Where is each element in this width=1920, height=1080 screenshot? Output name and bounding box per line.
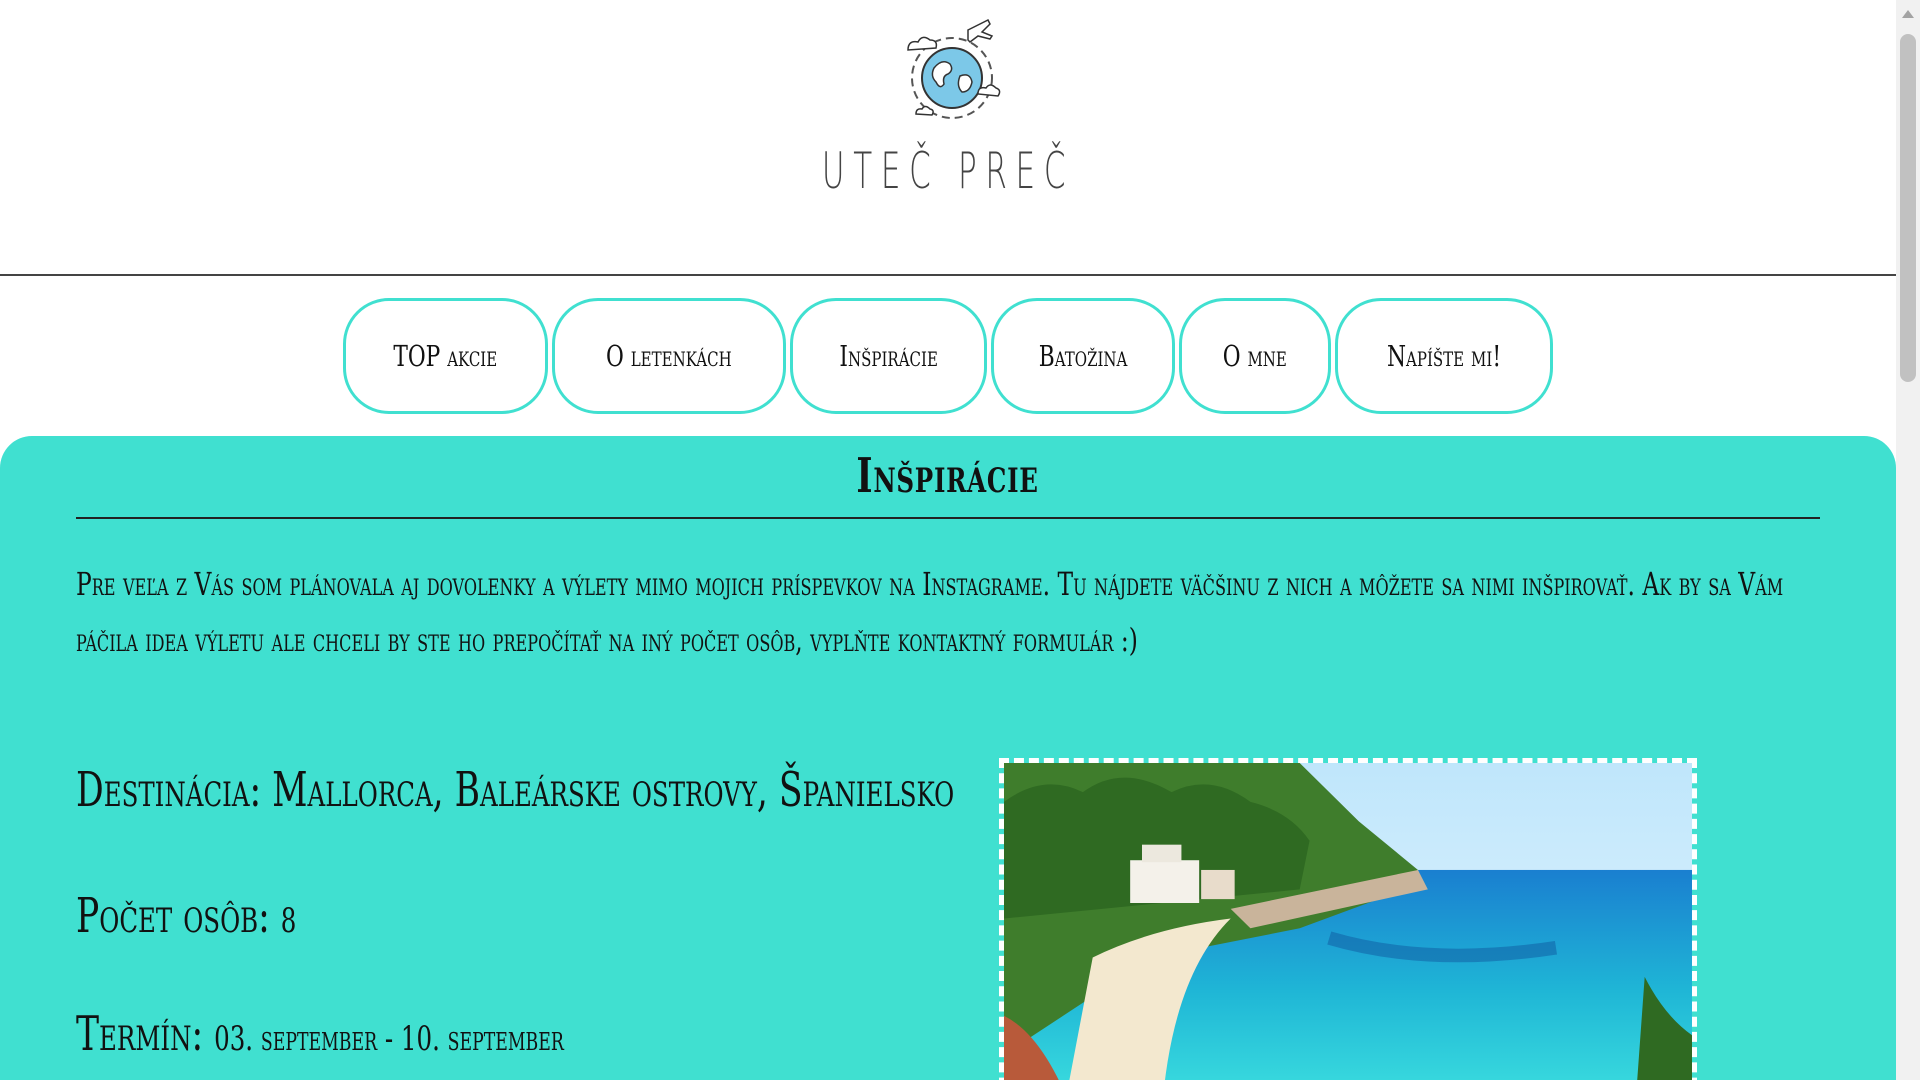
mallorca-beach-photo xyxy=(999,758,1697,1080)
trip-destination: Destinácia: Mallorca, Baleárske ostrovy,… xyxy=(76,762,954,818)
title-divider xyxy=(76,517,1820,519)
nav-item-batozina[interactable]: Batožina xyxy=(990,298,1175,414)
globe-plane-icon[interactable] xyxy=(898,16,1006,132)
nav-item-label: Inšpirácie xyxy=(838,339,938,373)
date-value: 03. september - 10. september xyxy=(214,1019,564,1059)
scrollbar[interactable] xyxy=(1896,0,1920,1080)
page-title-text: Inšpirácie xyxy=(856,448,1040,504)
nav-item-o-letenkach[interactable]: O letenkách xyxy=(551,298,786,414)
nav-item-napiste-mi[interactable]: Napíšte mi! xyxy=(1334,298,1553,414)
intro-text: Pre veľa z Vás som plánovala aj dovolenk… xyxy=(76,565,1784,659)
nav-item-label: TOP akcie xyxy=(393,339,498,373)
page-title: Inšpirácie xyxy=(0,448,1896,504)
scroll-thumb[interactable] xyxy=(1900,34,1916,382)
page: UTEČ PREČ TOP akcie O letenkách Inšpirác… xyxy=(0,0,1920,1080)
destination-label: Destinácia: xyxy=(76,762,262,818)
trip-persons: Počet osôb: 8 xyxy=(76,888,296,944)
persons-label: Počet osôb: xyxy=(76,888,270,944)
nav-item-label: O mne xyxy=(1222,339,1287,373)
content-section: Inšpirácie Pre veľa z Vás som plánovala … xyxy=(0,436,1896,1080)
site-header: UTEČ PREČ xyxy=(0,0,1896,276)
scroll-up-icon[interactable] xyxy=(1902,10,1914,18)
destination-value: Mallorca, Baleárske ostrovy, Španielsko xyxy=(272,762,955,818)
trip-date: Termín: 03. september - 10. september xyxy=(76,1006,564,1062)
nav-item-label: Napíšte mi! xyxy=(1386,339,1501,373)
nav-item-o-mne[interactable]: O mne xyxy=(1178,298,1331,414)
header-divider xyxy=(0,274,1896,276)
nav-item-inspiracie[interactable]: Inšpirácie xyxy=(789,298,987,414)
nav-item-top-akcie[interactable]: TOP akcie xyxy=(343,298,548,414)
date-label: Termín: xyxy=(76,1006,204,1062)
persons-value: 8 xyxy=(280,901,297,941)
main-nav: TOP akcie O letenkách Inšpirácie Batožin… xyxy=(0,298,1896,414)
site-title[interactable]: UTEČ PREČ xyxy=(360,142,1536,200)
nav-item-label: Batožina xyxy=(1038,339,1128,373)
nav-item-label: O letenkách xyxy=(605,339,732,373)
